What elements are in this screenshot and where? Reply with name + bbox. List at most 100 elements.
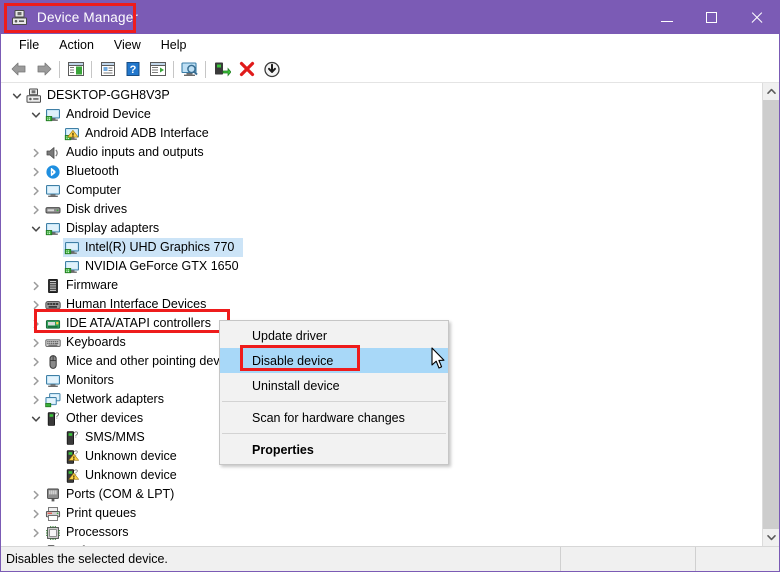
chevron-right-icon[interactable] [28,390,44,409]
tree-item-label: Display adapters [66,221,160,235]
tree-item-label: Android Device [66,107,151,121]
tree-item-label: Network adapters [66,392,164,406]
window-title: Device Manager [37,10,139,25]
tree-item-label: Other devices [66,411,144,425]
monitor-icon [44,371,62,390]
tree-item-label: Software components [66,542,187,546]
uninstall-device-button[interactable] [234,58,259,80]
chevron-right-icon[interactable] [28,295,44,314]
tree-item[interactable]: Processors [1,523,762,542]
network-adapter-icon [44,390,62,409]
close-button[interactable] [734,1,779,34]
tree-item-label: Monitors [66,373,114,387]
keyboard-icon [44,333,62,352]
tree-item-label: Human Interface Devices [66,297,207,311]
toolbar: ? [1,56,779,83]
tree-item[interactable]: Android ADB Interface [1,124,762,143]
context-menu-separator-2 [222,433,446,434]
chevron-right-icon[interactable] [28,504,44,523]
tree-item-label: Unknown device [85,449,177,463]
status-message: Disables the selected device. [1,547,561,571]
menu-item-view[interactable]: View [104,36,151,54]
svg-text:?: ? [55,411,60,420]
close-icon [750,11,763,24]
tree-item[interactable]: ? Unknown device [1,466,762,485]
tree-item[interactable]: Android Device [1,105,762,124]
scroll-down-button[interactable] [763,529,779,546]
bluetooth-icon [44,162,62,181]
context-menu-item-uninstall-device[interactable]: Uninstall device [220,373,448,398]
show-hide-console-tree-button[interactable] [63,58,88,80]
properties-button[interactable] [95,58,120,80]
status-panel-two [561,547,696,571]
tree-item[interactable]: Software components [1,542,762,546]
tree-item[interactable]: Display adapters [1,219,762,238]
device-warning-icon [63,124,81,143]
show-hide-action-pane-button[interactable] [145,58,170,80]
chevron-right-icon[interactable] [28,143,44,162]
update-driver-button[interactable] [259,58,284,80]
chevron-right-icon[interactable] [28,371,44,390]
menu-item-help[interactable]: Help [151,36,197,54]
tree-item[interactable]: Print queues [1,504,762,523]
chevron-down-icon[interactable] [9,86,25,105]
unknown-device-warning-icon: ? [63,466,81,485]
toolbar-separator-4 [205,60,206,78]
tree-item[interactable]: Audio inputs and outputs [1,143,762,162]
maximize-button[interactable] [689,1,734,34]
forward-button[interactable] [31,58,56,80]
tree-item[interactable]: Disk drives [1,200,762,219]
context-menu-item-update-driver[interactable]: Update driver [220,323,448,348]
tree-item[interactable]: Intel(R) UHD Graphics 770 [1,238,762,257]
chevron-right-icon[interactable] [28,162,44,181]
tree-item[interactable]: NVIDIA GeForce GTX 1650 [1,257,762,276]
tree-item[interactable]: DESKTOP-GGH8V3P [1,86,762,105]
menu-item-file[interactable]: File [9,36,49,54]
scan-for-hardware-changes-button[interactable] [177,58,202,80]
toolbar-separator-2 [91,60,92,78]
tree-item[interactable]: Computer [1,181,762,200]
tree-item-label: Intel(R) UHD Graphics 770 [85,240,235,254]
chevron-down-icon[interactable] [28,219,44,238]
chevron-right-icon[interactable] [28,542,44,546]
chevron-right-icon[interactable] [28,485,44,504]
enable-device-button[interactable] [209,58,234,80]
chevron-down-icon[interactable] [28,105,44,124]
context-menu[interactable]: Update driver Disable device Uninstall d… [219,320,449,465]
disk-drive-icon [44,200,62,219]
computer-root-icon [25,86,43,105]
context-menu-item-disable-device[interactable]: Disable device [220,348,448,373]
chevron-right-icon[interactable] [28,314,44,333]
port-icon [44,485,62,504]
minimize-button[interactable] [644,1,689,34]
device-icon [44,105,62,124]
chevron-right-icon[interactable] [28,523,44,542]
title-bar-left: Device Manager [1,1,138,34]
vertical-scrollbar[interactable] [762,83,779,546]
speaker-icon [44,143,62,162]
help-button[interactable]: ? [120,58,145,80]
tree-item-label: Unknown device [85,468,177,482]
chevron-right-icon[interactable] [28,333,44,352]
device-tree[interactable]: DESKTOP-GGH8V3P Android Device Android ADB… [1,83,762,546]
chevron-right-icon[interactable] [28,276,44,295]
tree-item[interactable]: Human Interface Devices [1,295,762,314]
scroll-up-button[interactable] [763,83,779,100]
menu-item-action[interactable]: Action [49,36,104,54]
svg-text:?: ? [74,430,79,439]
context-menu-separator-1 [222,401,446,402]
tree-item[interactable]: Firmware [1,276,762,295]
tree-item[interactable]: Bluetooth [1,162,762,181]
chevron-right-icon[interactable] [28,200,44,219]
status-panel-three [696,547,779,571]
tree-item-label: Bluetooth [66,164,119,178]
back-button[interactable] [6,58,31,80]
context-menu-item-properties[interactable]: Properties [220,437,448,462]
tree-item[interactable]: Ports (COM & LPT) [1,485,762,504]
chevron-right-icon[interactable] [28,352,44,371]
chevron-down-icon[interactable] [28,409,44,428]
scrollbar-thumb[interactable] [763,100,779,529]
chevron-right-icon[interactable] [28,181,44,200]
context-menu-item-scan-for-hardware-changes[interactable]: Scan for hardware changes [220,405,448,430]
